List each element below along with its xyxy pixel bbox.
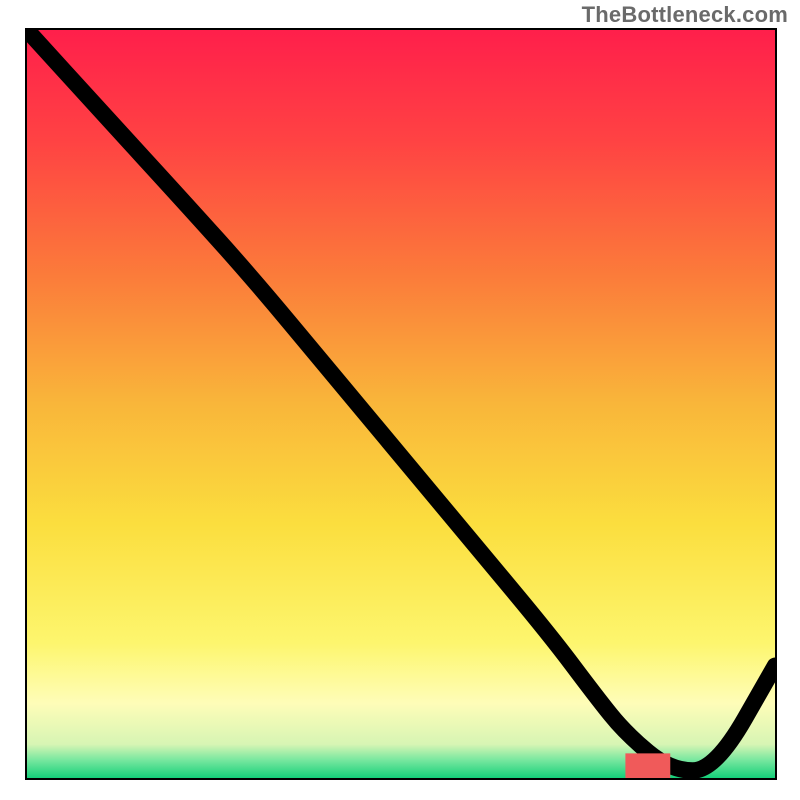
plot-border: [25, 28, 777, 780]
watermark-text: TheBottleneck.com: [582, 2, 788, 28]
plot-svg: [27, 30, 775, 778]
chart-stage: TheBottleneck.com: [0, 0, 800, 800]
